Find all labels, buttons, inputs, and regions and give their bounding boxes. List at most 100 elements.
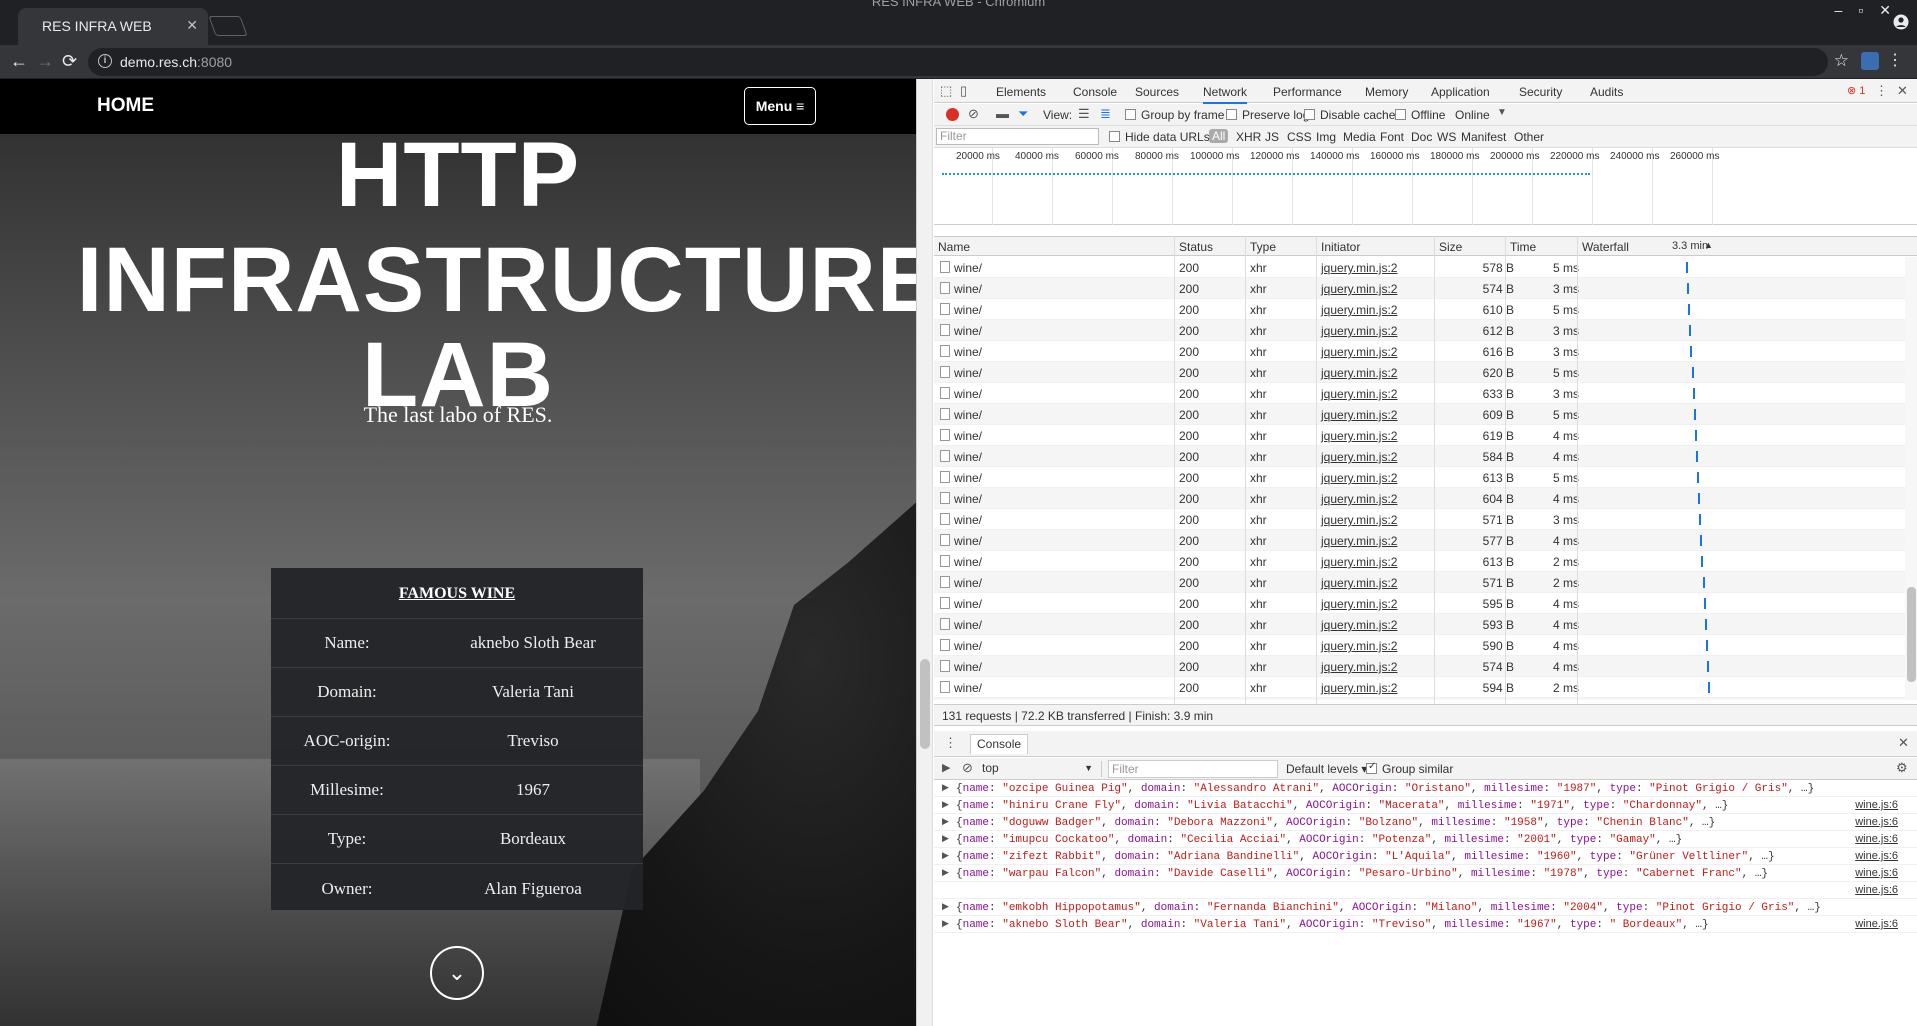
- filter-type-manifest[interactable]: Manifest: [1461, 130, 1506, 144]
- request-initiator-link[interactable]: jquery.min.js:2: [1321, 408, 1397, 422]
- console-source-link[interactable]: wine.js:6: [1855, 850, 1898, 862]
- request-initiator-link[interactable]: jquery.min.js:2: [1321, 513, 1397, 527]
- console-source-link[interactable]: wine.js:6: [1855, 918, 1898, 930]
- expand-triangle-icon[interactable]: ▶: [942, 851, 949, 861]
- filter-type-media[interactable]: Media: [1343, 130, 1376, 144]
- network-request-row[interactable]: wine/200 xhr jquery.min.js:2 571 B 3 ms: [934, 509, 1917, 530]
- home-link[interactable]: HOME: [97, 95, 154, 117]
- console-log-entry[interactable]: ▶ {name: "emkobh Hippopotamus", domain: "…: [934, 899, 1917, 916]
- console-source-link[interactable]: wine.js:6: [1855, 799, 1898, 811]
- console-log-entry[interactable]: ▶ {name: "warpau Falcon", domain: "Davide…: [934, 865, 1917, 882]
- request-initiator-link[interactable]: jquery.min.js:2: [1321, 618, 1397, 632]
- request-initiator-link[interactable]: jquery.min.js:2: [1321, 555, 1397, 569]
- filter-type-other[interactable]: Other: [1514, 130, 1544, 144]
- request-initiator-link[interactable]: jquery.min.js:2: [1321, 681, 1397, 695]
- request-initiator-link[interactable]: jquery.min.js:2: [1321, 492, 1397, 506]
- filter-type-all[interactable]: All: [1209, 129, 1229, 143]
- throttling-dropdown-icon[interactable]: ▼: [1497, 107, 1507, 118]
- console-context-select[interactable]: top ▼: [982, 761, 1102, 777]
- column-time[interactable]: Time: [1510, 240, 1536, 254]
- device-toolbar-icon[interactable]: ▯: [960, 83, 967, 99]
- expand-triangle-icon[interactable]: ▶: [942, 868, 949, 878]
- column-initiator[interactable]: Initiator: [1321, 240, 1360, 254]
- request-initiator-link[interactable]: jquery.min.js:2: [1321, 429, 1397, 443]
- drawer-tab-console[interactable]: Console: [970, 734, 1029, 754]
- tab-performance[interactable]: Performance: [1273, 85, 1342, 99]
- request-initiator-link[interactable]: jquery.min.js:2: [1321, 303, 1397, 317]
- filter-icon[interactable]: ⏷: [1018, 106, 1028, 122]
- group-by-frame-checkbox[interactable]: [1125, 109, 1136, 120]
- network-request-row[interactable]: wine/200 xhr jquery.min.js:2 594 B 2 ms: [934, 677, 1917, 698]
- console-source-link[interactable]: wine.js:6: [1855, 833, 1898, 845]
- tab-security[interactable]: Security: [1519, 85, 1562, 99]
- request-initiator-link[interactable]: jquery.min.js:2: [1321, 366, 1397, 380]
- network-request-row[interactable]: wine/200 xhr jquery.min.js:2 590 B 4 ms: [934, 635, 1917, 656]
- group-similar-checkbox[interactable]: ✓: [1366, 761, 1377, 774]
- network-request-row[interactable]: wine/200 xhr jquery.min.js:2 577 B 4 ms: [934, 530, 1917, 551]
- network-request-row[interactable]: wine/200 xhr jquery.min.js:2 578 B 5 ms: [934, 257, 1917, 278]
- reload-icon[interactable]: ⟳: [62, 51, 77, 72]
- filter-type-css[interactable]: CSS: [1287, 130, 1312, 144]
- network-overview-timeline[interactable]: 20000 ms 40000 ms 60000 ms 80000 ms 1000…: [934, 148, 1917, 225]
- request-initiator-link[interactable]: jquery.min.js:2: [1321, 471, 1397, 485]
- devtools-menu-icon[interactable]: ⋮: [1875, 83, 1888, 99]
- close-devtools-icon[interactable]: ✕: [1897, 83, 1908, 99]
- column-type[interactable]: Type: [1250, 240, 1276, 254]
- column-waterfall[interactable]: Waterfall: [1582, 240, 1629, 254]
- tab-application[interactable]: Application: [1431, 85, 1490, 99]
- clear-icon[interactable]: ⊘: [968, 106, 979, 122]
- filter-type-js[interactable]: JS: [1265, 130, 1279, 144]
- request-initiator-link[interactable]: jquery.min.js:2: [1321, 282, 1397, 296]
- network-request-row[interactable]: wine/200 xhr jquery.min.js:2 612 B 3 ms: [934, 320, 1917, 341]
- column-name[interactable]: Name: [938, 240, 970, 254]
- close-tab-icon[interactable]: ✕: [186, 17, 198, 34]
- new-tab-button[interactable]: [208, 16, 248, 36]
- site-info-icon[interactable]: i: [98, 54, 112, 68]
- network-request-row[interactable]: wine/200 xhr jquery.min.js:2 620 B 5 ms: [934, 362, 1917, 383]
- network-request-row[interactable]: wine/200 xhr jquery.min.js:2 609 B 5 ms: [934, 404, 1917, 425]
- network-request-row[interactable]: wine/200 xhr jquery.min.js:2 574 B 4 ms: [934, 656, 1917, 677]
- log-levels-select[interactable]: Default levels ▾: [1286, 762, 1367, 776]
- browser-tab[interactable]: RES INFRA WEB ✕: [18, 8, 208, 45]
- filter-type-xhr[interactable]: XHR: [1236, 130, 1261, 144]
- address-bar[interactable]: i demo.res.ch:8080: [88, 48, 1828, 76]
- drawer-menu-icon[interactable]: ⋮: [944, 735, 957, 751]
- console-clear-icon[interactable]: ⊘: [962, 760, 973, 776]
- request-initiator-link[interactable]: jquery.min.js:2: [1321, 261, 1397, 275]
- console-settings-gear-icon[interactable]: ⚙: [1896, 760, 1908, 776]
- tab-audits[interactable]: Audits: [1590, 85, 1623, 99]
- console-source-link[interactable]: wine.js:6: [1855, 884, 1898, 896]
- console-sidebar-icon[interactable]: ▶: [942, 761, 950, 774]
- network-request-row[interactable]: wine/200 xhr jquery.min.js:2 613 B 5 ms: [934, 467, 1917, 488]
- bookmark-star-icon[interactable]: ☆: [1834, 51, 1849, 71]
- network-request-row[interactable]: wine/200 xhr jquery.min.js:2 595 B 4 ms: [934, 593, 1917, 614]
- disable-cache-checkbox[interactable]: [1304, 109, 1315, 120]
- screenshot-icon[interactable]: ▬: [996, 106, 1009, 121]
- offline-checkbox[interactable]: [1395, 109, 1406, 120]
- console-log-entry[interactable]: ▶ {name: "aknebo Sloth Bear", domain: "Va…: [934, 916, 1917, 933]
- console-log-entry[interactable]: ▶ {name: "ozcipe Guinea Pig", domain: "Al…: [934, 780, 1917, 797]
- console-log-entry[interactable]: ▶ {name: "hiniru Crane Fly", domain: "Liv…: [934, 797, 1917, 814]
- column-status[interactable]: Status: [1179, 240, 1213, 254]
- close-drawer-icon[interactable]: ✕: [1898, 735, 1909, 751]
- hide-data-urls-checkbox[interactable]: [1109, 131, 1120, 142]
- request-initiator-link[interactable]: jquery.min.js:2: [1321, 639, 1397, 653]
- menu-button[interactable]: Menu ≡: [744, 87, 816, 125]
- network-request-row[interactable]: wine/200xhrjquery.min.js:2617 B4 ms: [934, 698, 1917, 700]
- profile-icon[interactable]: [1893, 14, 1909, 30]
- request-initiator-link[interactable]: jquery.min.js:2: [1321, 324, 1397, 338]
- request-initiator-link[interactable]: jquery.min.js:2: [1321, 597, 1397, 611]
- network-request-row[interactable]: wine/200 xhr jquery.min.js:2 574 B 3 ms: [934, 278, 1917, 299]
- request-initiator-link[interactable]: jquery.min.js:2: [1321, 345, 1397, 359]
- filter-type-font[interactable]: Font: [1380, 130, 1404, 144]
- tab-elements[interactable]: Elements: [996, 85, 1046, 99]
- preserve-log-checkbox[interactable]: [1226, 109, 1237, 120]
- browser-menu-icon[interactable]: ⋮: [1887, 50, 1903, 70]
- network-request-row[interactable]: wine/200 xhr jquery.min.js:2 584 B 4 ms: [934, 446, 1917, 467]
- console-source-link[interactable]: wine.js:6: [1855, 867, 1898, 879]
- network-request-row[interactable]: wine/200 xhr jquery.min.js:2 610 B 5 ms: [934, 299, 1917, 320]
- request-initiator-link[interactable]: jquery.min.js:2: [1321, 534, 1397, 548]
- filter-type-doc[interactable]: Doc: [1411, 130, 1432, 144]
- back-icon[interactable]: ←: [10, 51, 28, 72]
- tab-memory[interactable]: Memory: [1365, 85, 1408, 99]
